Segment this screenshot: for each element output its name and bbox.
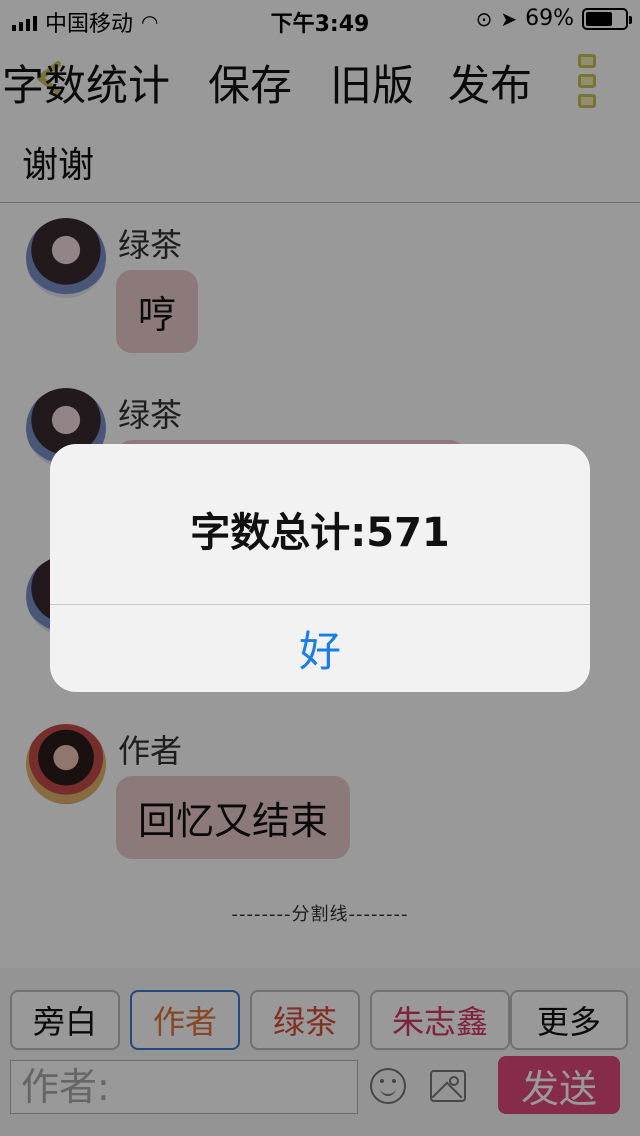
word-count-alert: 字数总计:571 好 (50, 444, 590, 692)
alert-message: 字数总计:571 (190, 510, 450, 556)
ok-button[interactable]: 好 (50, 605, 590, 692)
